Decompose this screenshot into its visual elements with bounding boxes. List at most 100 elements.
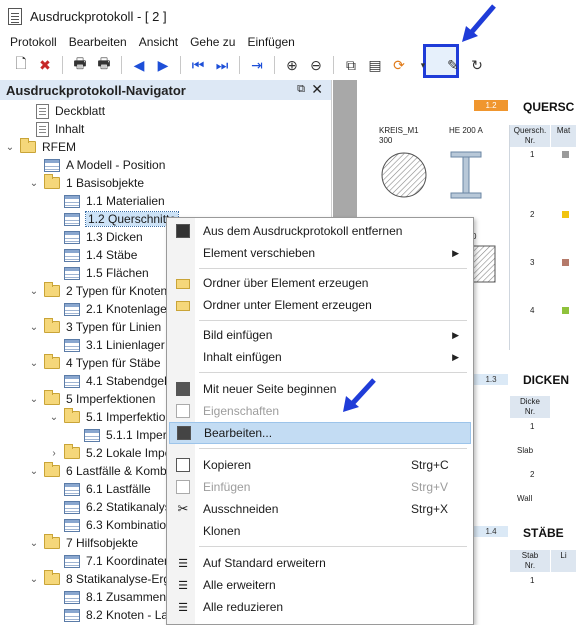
tree-item[interactable]: ⌄ 1 Basisobjekte — [28, 174, 144, 192]
tree-item[interactable]: A Modell - Position — [28, 156, 165, 174]
table-icon — [64, 248, 80, 262]
table-icon — [64, 518, 80, 532]
menu-item-move[interactable]: Element verschieben ▶ — [169, 242, 471, 264]
zoom-out-icon[interactable]: ⊖ — [305, 54, 327, 76]
first-page-icon[interactable]: ⏮ — [187, 54, 209, 76]
tree-item[interactable]: 1.4 Stäbe — [48, 246, 137, 264]
menu-item-folder-below[interactable]: Ordner unter Element erzeugen — [169, 294, 471, 316]
menu-item-collapse-all[interactable]: ☰ Alle reduzieren — [169, 596, 471, 618]
new-document-icon[interactable]: 🗋 — [10, 54, 32, 76]
tree-item[interactable]: › 5.2 Lokale Imperf — [48, 444, 179, 462]
tree-item[interactable]: ⌄ 5.1 Imperfektions — [48, 408, 178, 426]
toolbar-separator — [333, 56, 334, 74]
edit-icon[interactable]: ✎ — [442, 54, 464, 76]
page-icon — [36, 121, 49, 137]
menu-item-remove[interactable]: Aus dem Ausdruckprotokoll entfernen — [169, 220, 471, 242]
previous-icon[interactable]: ◀ — [128, 54, 150, 76]
redo-icon[interactable]: ↻ — [466, 54, 488, 76]
chevron-down-icon[interactable]: ⌄ — [4, 142, 16, 153]
tree-item[interactable]: 8.2 Knoten - Lage — [48, 606, 181, 624]
page-settings-icon[interactable]: ▤ — [364, 54, 386, 76]
go-to-page-icon[interactable]: ⇥ — [246, 54, 268, 76]
menu-item-copy[interactable]: Kopieren Strg+C — [169, 454, 471, 476]
folder-above-icon — [176, 279, 190, 289]
print-preview-icon[interactable]: 🖶 — [93, 54, 115, 76]
tree-item[interactable]: 1.5 Flächen — [48, 264, 149, 282]
chevron-right-icon[interactable]: › — [48, 448, 60, 459]
chevron-down-icon[interactable]: ⌄ — [28, 358, 40, 369]
chevron-down-icon[interactable]: ⌄ — [28, 466, 40, 477]
folder-icon — [20, 138, 36, 153]
tree-item[interactable]: 4.1 Stabendgelen — [48, 372, 180, 390]
tree-item[interactable]: 1.3 Dicken — [48, 228, 143, 246]
tree-item[interactable]: ⌄ 5 Imperfektionen — [28, 390, 155, 408]
close-icon[interactable]: ✕ — [311, 81, 323, 98]
refresh-content-icon[interactable]: ⟳ — [388, 54, 410, 76]
tree-item[interactable]: 6.1 Lastfälle — [48, 480, 151, 498]
pin-icon[interactable]: ⧉ — [297, 83, 305, 96]
menu-item-insert-content[interactable]: Inhalt einfügen ▶ — [169, 346, 471, 368]
menu-item-clone[interactable]: Klonen — [169, 520, 471, 542]
page-layout-icon[interactable]: ⧉ — [340, 54, 362, 76]
table-icon — [64, 338, 80, 352]
tree-item[interactable]: Inhalt — [20, 120, 84, 138]
chevron-down-icon[interactable]: ⌄ — [28, 574, 40, 585]
tree-item[interactable]: 2.1 Knotenlager — [48, 300, 171, 318]
table-header-qs: Quersch. Nr. — [510, 125, 550, 147]
folder-icon — [44, 534, 60, 549]
tree-item[interactable]: ⌄ RFEM — [4, 138, 76, 156]
tree-item-selected[interactable]: 1.2 Querschnitte — [48, 210, 180, 228]
table-header-stab: Stab Nr. — [510, 550, 550, 572]
next-icon[interactable]: ▶ — [152, 54, 174, 76]
menu-item-paste[interactable]: Einfügen Strg+V — [169, 476, 471, 498]
paste-icon — [176, 480, 190, 494]
last-page-icon[interactable]: ⏭ — [211, 54, 233, 76]
section-title-dicken: DICKEN — [523, 373, 570, 387]
menu-item-folder-above[interactable]: Ordner über Element erzeugen — [169, 272, 471, 294]
menu-gehe-zu[interactable]: Gehe zu — [184, 35, 241, 49]
menu-item-new-page[interactable]: Mit neuer Seite beginnen — [169, 378, 471, 400]
toolbar-separator — [274, 56, 275, 74]
remove-document-icon — [176, 224, 190, 238]
tree-item[interactable]: 1.1 Materialien — [48, 192, 165, 210]
tree-item[interactable]: ⌄ 2 Typen für Knoten — [28, 282, 167, 300]
chevron-down-icon[interactable]: ⌄ — [28, 394, 40, 405]
tree-item[interactable]: Deckblatt — [20, 102, 105, 120]
material-color — [562, 151, 569, 158]
chevron-down-icon[interactable]: ⌄ — [28, 178, 40, 189]
menu-item-cut[interactable]: ✂ Ausschneiden Strg+X — [169, 498, 471, 520]
table-cell: 1 — [530, 576, 535, 585]
menu-protokoll[interactable]: Protokoll — [4, 35, 63, 49]
menu-ansicht[interactable]: Ansicht — [133, 35, 184, 49]
delete-document-icon[interactable]: ✖ — [34, 54, 56, 76]
menu-item-properties[interactable]: Eigenschaften — [169, 400, 471, 422]
annotation-arrow-menu — [343, 378, 376, 412]
tree-item[interactable]: 3.1 Linienlager — [48, 336, 165, 354]
tree-item[interactable]: 8.1 Zusammenfas — [48, 588, 182, 606]
tree-item[interactable]: ⌄ 8 Statikanalyse-Ergeb — [28, 570, 183, 588]
tree-item[interactable]: 5.1.1 Imperfe — [68, 426, 177, 444]
chevron-down-icon[interactable]: ⌄ — [28, 286, 40, 297]
tree-item[interactable]: 6.3 Kombinations — [48, 516, 179, 534]
zoom-in-icon[interactable]: ⊕ — [281, 54, 303, 76]
chevron-down-icon[interactable]: ⌄ — [28, 322, 40, 333]
tree-item[interactable]: ⌄ 4 Typen für Stäbe — [28, 354, 161, 372]
section-badge-1-3: 1.3 — [474, 374, 508, 385]
print-icon[interactable]: 🖶 — [69, 54, 91, 76]
chevron-down-icon[interactable]: ⌄ — [28, 538, 40, 549]
chevron-down-icon[interactable]: ⌄ — [48, 412, 60, 423]
menu-item-insert-image[interactable]: Bild einfügen ▶ — [169, 324, 471, 346]
tree-item[interactable]: ⌄ 3 Typen für Linien — [28, 318, 161, 336]
menu-item-edit[interactable]: Bearbeiten... — [169, 422, 471, 444]
menu-item-expand-default[interactable]: ☰ Auf Standard erweitern — [169, 552, 471, 574]
tree-item[interactable]: ⌄ 6 Lastfälle & Kombina — [28, 462, 183, 480]
table-icon — [64, 482, 80, 496]
menu-item-expand-all[interactable]: ☰ Alle erweitern — [169, 574, 471, 596]
tree-item[interactable]: ⌄ 7 Hilfsobjekte — [28, 534, 138, 552]
dropdown-chevron-icon[interactable]: ▾ — [412, 54, 434, 76]
tree-item[interactable]: 6.2 Statikanalyse — [48, 498, 177, 516]
menu-bearbeiten[interactable]: Bearbeiten — [63, 35, 133, 49]
tree-item[interactable]: 7.1 Koordinatens — [48, 552, 177, 570]
table-icon — [64, 554, 80, 568]
menu-einfuegen[interactable]: Einfügen — [241, 35, 300, 49]
